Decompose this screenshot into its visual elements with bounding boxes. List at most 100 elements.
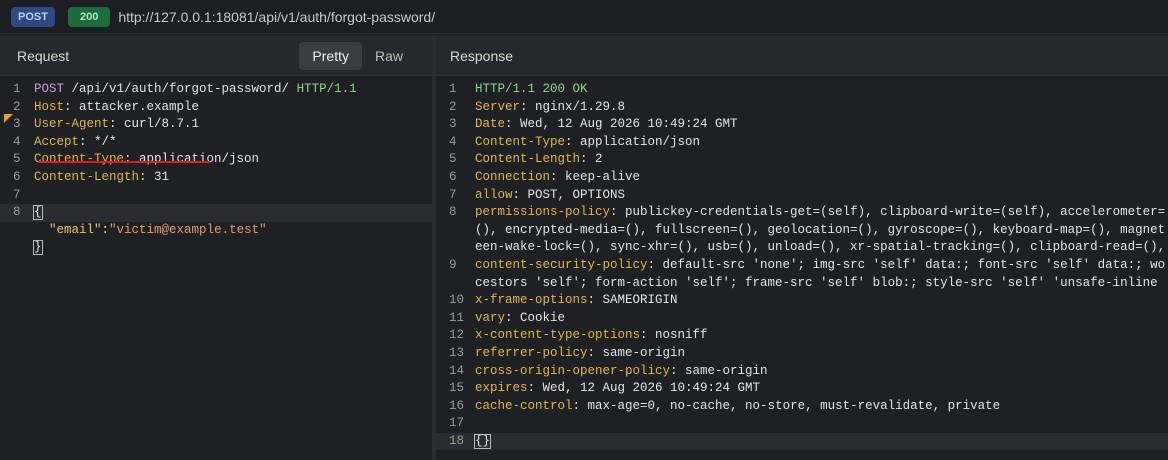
code-token: /api/v1/auth/forgot-password/ [64, 82, 297, 96]
line-number: 18 [449, 433, 465, 448]
response-line: cestors 'self'; form-action 'self'; fram… [436, 275, 1168, 293]
response-line: 2 Server: nginx/1.29.8 [436, 99, 1168, 117]
request-line: 1 POST /api/v1/auth/forgot-password/ HTTP… [0, 81, 432, 99]
code-token: : application/json [565, 134, 701, 149]
request-line-text: "email":"victim@example.test" [34, 222, 267, 240]
line-number: 3 [449, 117, 457, 132]
header-name: allow [475, 187, 513, 202]
code-token: : max-age=0, no-cache, no-store, must-re… [572, 398, 1001, 413]
code-token: : Wed, 12 Aug 2026 10:49:24 GMT [527, 381, 761, 396]
response-line-text: Content-Length: 2 [475, 151, 603, 169]
request-line: 4 Accept: */* [0, 134, 432, 152]
request-line: 8{ [0, 204, 432, 222]
code-token: : SAMEORIGIN [587, 293, 678, 308]
code-token: een-wake-lock=(), sync-xhr=(), usb=(), u… [475, 240, 1166, 255]
request-line-text: User-Agent: curl/8.7.1 [34, 116, 199, 134]
code-token: : nginx/1.29.8 [520, 99, 626, 114]
line-number: 15 [449, 381, 465, 396]
response-line: (), encrypted-media=(), fullscreen=(), g… [436, 222, 1168, 240]
code-token: : [101, 222, 110, 237]
response-line: 11 vary: Cookie [436, 310, 1168, 328]
line-number: 8 [13, 205, 21, 220]
response-line: 18 {} [436, 432, 1168, 451]
code-token: POST [34, 82, 65, 96]
request-url[interactable]: http://127.0.0.1:18081/api/v1/auth/forgo… [118, 9, 435, 25]
header-name: referrer-policy [475, 345, 588, 360]
request-line: "email":"victim@example.test" [0, 222, 432, 240]
response-line: 16 cache-control: max-age=0, no-cache, no… [436, 398, 1168, 416]
header-name: content-security-policy [475, 257, 648, 272]
request-line-text: Host: attacker.example [34, 99, 199, 117]
response-line-text: content-security-policy: default-src 'no… [475, 257, 1165, 275]
code-token: : same-origin [587, 345, 686, 360]
line-number: 5 [13, 152, 21, 167]
request-line: 6 Content-Length: 31 [0, 169, 432, 187]
line-number: 9 [449, 257, 457, 272]
line-number [436, 239, 475, 257]
response-line-text: (), encrypted-media=(), fullscreen=(), g… [475, 222, 1165, 240]
response-line-text: x-content-type-options: nosniff [475, 327, 708, 345]
response-line-text: Content-Type: application/json [475, 134, 700, 152]
response-line-text: Connection: keep-alive [475, 169, 640, 187]
response-line: 13 referrer-policy: same-origin [436, 345, 1168, 363]
response-line-text: permissions-policy: publickey-credential… [475, 204, 1165, 222]
line-number: 17 [449, 416, 465, 431]
response-line: 17 [436, 415, 1168, 433]
header-name: Content-Length [475, 152, 581, 167]
code-token: : curl/8.7.1 [109, 117, 200, 132]
line-number: 6 [449, 169, 457, 184]
request-line: } [0, 239, 432, 257]
request-line-text: Content-Length: 31 [34, 169, 169, 187]
line-number [436, 222, 475, 240]
request-panel-title: Request [17, 47, 70, 64]
response-line: 4 Content-Type: application/json [436, 134, 1168, 152]
response-line-text: cestors 'self'; form-action 'self'; fram… [475, 275, 1158, 293]
json-brace: } [33, 240, 43, 256]
response-line: 1 HTTP/1.1 200 OK [436, 81, 1168, 99]
line-number: 1 [449, 82, 457, 96]
line-number: 10 [449, 293, 465, 308]
response-line: 10 x-frame-options: SAMEORIGIN [436, 292, 1168, 310]
request-editor[interactable]: 1 POST /api/v1/auth/forgot-password/ HTTP… [0, 81, 432, 257]
header-name: Date [475, 117, 506, 132]
raw-toggle-button[interactable]: Raw [362, 42, 416, 70]
line-number [436, 275, 475, 293]
line-number [0, 222, 34, 240]
code-token: : */* [79, 134, 117, 149]
response-line-text: Date: Wed, 12 Aug 2026 10:49:24 GMT [475, 116, 738, 134]
pretty-toggle-button[interactable]: Pretty [299, 41, 362, 70]
response-line-text: expires: Wed, 12 Aug 2026 10:49:24 GMT [475, 380, 760, 398]
line-number: 4 [13, 134, 21, 149]
code-token: : Cookie [505, 310, 566, 325]
request-line-text: } [33, 239, 43, 257]
line-number: 6 [13, 169, 21, 184]
response-line: 8 permissions-policy: publickey-credentia… [436, 204, 1168, 222]
line-number: 12 [449, 328, 465, 343]
line-number: 11 [449, 310, 465, 325]
host-header-underline [38, 161, 210, 163]
request-panel: Request Pretty Raw 1 POST /api/v1/auth/fo… [0, 36, 432, 460]
line-number: 4 [449, 134, 457, 149]
header-name: Server [475, 99, 521, 114]
header-name: cache-control [475, 398, 573, 413]
code-token: : publickey-credentials-get=(self), clip… [610, 205, 1166, 220]
code-token: HTTP/1.1 [296, 82, 357, 96]
response-line-text: allow: POST, OPTIONS [475, 187, 625, 205]
code-token: : Wed, 12 Aug 2026 10:49:24 GMT [505, 117, 738, 132]
response-line: een-wake-lock=(), sync-xhr=(), usb=(), u… [436, 239, 1168, 257]
response-line: 5 Content-Length: 2 [436, 151, 1168, 169]
response-line-text: Server: nginx/1.29.8 [475, 99, 625, 117]
line-number [0, 239, 34, 257]
json-brace: { [33, 205, 43, 221]
header-name: Content-Type [475, 134, 566, 149]
method-badge: POST [11, 6, 55, 27]
request-summary-bar: POST 200 http://127.0.0.1:18081/api/v1/a… [0, 0, 1168, 34]
header-name: User-Agent [34, 117, 110, 132]
code-token: : default-src 'none'; img-src 'self' dat… [647, 257, 1166, 272]
edit-marker-icon [4, 114, 13, 123]
response-panel-header: Response [436, 36, 1168, 76]
code-token: : 2 [580, 152, 603, 167]
response-viewer[interactable]: 1 HTTP/1.1 200 OK 2 Server: nginx/1.29.8 3 Da… [436, 81, 1168, 451]
code-token: : 31 [139, 169, 170, 184]
